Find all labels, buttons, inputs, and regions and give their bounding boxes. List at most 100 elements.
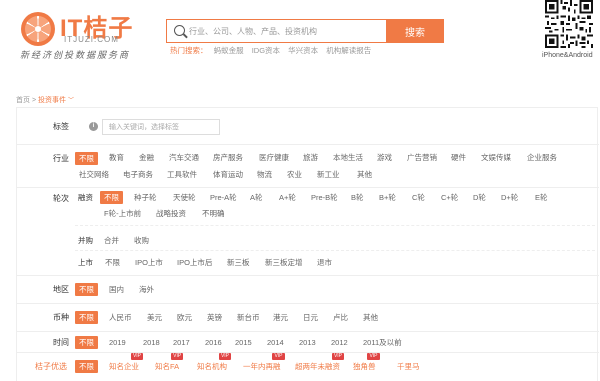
premium-option[interactable]: 知名机构 VIP [197, 353, 231, 373]
industry-option[interactable]: 游戏 [377, 152, 392, 164]
industry-option[interactable]: 广告营销 [407, 152, 437, 164]
round-option[interactable]: B+轮 [379, 192, 396, 204]
currency-option[interactable]: 港元 [273, 312, 288, 324]
search-button[interactable]: 搜索 [386, 19, 444, 43]
round-option[interactable]: D+轮 [501, 192, 518, 204]
round-option[interactable]: 天使轮 [173, 192, 196, 204]
industry-option[interactable]: 电子商务 [123, 169, 153, 181]
vip-badge: VIP [130, 353, 143, 360]
round-option[interactable]: C轮 [412, 192, 425, 204]
premium-option[interactable]: 千里马 [397, 361, 420, 373]
premium-option[interactable]: 知名FA VIP [155, 353, 184, 373]
breadcrumb-home[interactable]: 首页 [16, 97, 30, 104]
industry-option[interactable]: 企业服务 [527, 152, 557, 164]
currency-option[interactable]: 卢比 [333, 312, 348, 324]
filter-label-round: 轮次 [53, 194, 69, 203]
filter-row-region: 地区 不限 国内 海外 [17, 276, 599, 304]
currency-option[interactable]: 英镑 [207, 312, 222, 324]
filter-row-round: 轮次 融资 不限 种子轮 天使轮 Pre-A轮 A轮 A+轮 Pre-B轮 B轮… [17, 188, 599, 276]
time-option[interactable]: 不限 [75, 336, 98, 349]
hot-search-label: 热门搜索： [170, 46, 208, 55]
region-option[interactable]: 不限 [75, 283, 98, 296]
round-option[interactable]: C+轮 [441, 192, 458, 204]
industry-option[interactable]: 硬件 [451, 152, 466, 164]
currency-option[interactable]: 不限 [75, 311, 98, 324]
ipo-option[interactable]: IPO上市后 [177, 257, 212, 269]
industry-option[interactable]: 金融 [139, 152, 154, 164]
round-option[interactable]: E轮 [535, 192, 548, 204]
info-icon[interactable]: i [89, 122, 98, 131]
search-input[interactable] [189, 20, 384, 42]
round-option[interactable]: Pre-A轮 [210, 192, 237, 204]
ipo-option[interactable]: IPO上市 [135, 257, 163, 269]
round-option[interactable]: 不明确 [202, 208, 225, 220]
currency-option[interactable]: 欧元 [177, 312, 192, 324]
currency-option[interactable]: 日元 [303, 312, 318, 324]
time-option[interactable]: 2012 [331, 337, 348, 349]
industry-option[interactable]: 文娱传媒 [481, 152, 511, 164]
round-option[interactable]: Pre-B轮 [311, 192, 338, 204]
round-option[interactable]: A+轮 [279, 192, 296, 204]
qr-caption: iPhone&Android [542, 52, 593, 59]
premium-option[interactable]: 不限 [75, 360, 98, 373]
industry-option[interactable]: 新工业 [317, 169, 340, 181]
time-option[interactable]: 2018 [143, 337, 160, 349]
time-option[interactable]: 2019 [109, 337, 126, 349]
industry-option[interactable]: 工具软件 [167, 169, 197, 181]
time-option[interactable]: 2013 [299, 337, 316, 349]
premium-option[interactable]: 独角兽 VIP [353, 353, 380, 373]
region-option[interactable]: 国内 [109, 284, 124, 296]
tag-search-input[interactable] [102, 119, 220, 135]
round-option[interactable]: A轮 [250, 192, 263, 204]
time-option[interactable]: 2016 [205, 337, 222, 349]
currency-option[interactable]: 新台币 [237, 312, 260, 324]
industry-option[interactable]: 旅游 [303, 152, 318, 164]
search-box [166, 19, 386, 43]
hot-search-item[interactable]: IDG资本 [252, 46, 280, 55]
breadcrumb-current[interactable]: 投资事件 [38, 97, 66, 104]
time-option[interactable]: 2014 [267, 337, 284, 349]
currency-option[interactable]: 美元 [147, 312, 162, 324]
industry-option[interactable]: 教育 [109, 152, 124, 164]
industry-option[interactable]: 物流 [257, 169, 272, 181]
hot-search-item[interactable]: 蚂蚁金服 [214, 46, 244, 55]
merger-option[interactable]: 合并 [104, 235, 119, 247]
ipo-option[interactable]: 新三板 [227, 257, 250, 269]
industry-option[interactable]: 社交网络 [79, 169, 109, 181]
filter-row-industry: 行业 不限 教育 金融 汽车交通 房产服务 医疗健康 旅游 本地生活 游戏 广告… [17, 145, 599, 188]
orange-logo-icon[interactable] [21, 12, 55, 46]
time-option[interactable]: 2011及以前 [363, 337, 402, 349]
premium-option[interactable]: 一年内再融 VIP [243, 353, 285, 373]
industry-option[interactable]: 农业 [287, 169, 302, 181]
currency-option[interactable]: 其他 [363, 312, 378, 324]
industry-option[interactable]: 房产服务 [213, 152, 243, 164]
industry-option[interactable]: 医疗健康 [259, 152, 289, 164]
round-option[interactable]: 不限 [100, 191, 123, 204]
qr-code-icon [545, 0, 593, 48]
premium-option[interactable]: 超两年未融资 VIP [295, 353, 344, 373]
industry-option[interactable]: 本地生活 [333, 152, 363, 164]
region-option[interactable]: 海外 [139, 284, 154, 296]
round-option[interactable]: 战略投资 [156, 208, 186, 220]
industry-option[interactable]: 体育运动 [213, 169, 243, 181]
hot-search-item[interactable]: 华兴资本 [288, 46, 318, 55]
industry-option[interactable]: 不限 [75, 152, 98, 165]
currency-option[interactable]: 人民币 [109, 312, 132, 324]
hot-search-item[interactable]: 机构解读报告 [326, 46, 371, 55]
ipo-option[interactable]: 新三板定增 [265, 257, 303, 269]
round-option[interactable]: F轮-上市前 [104, 208, 141, 220]
time-option[interactable]: 2015 [235, 337, 252, 349]
premium-option[interactable]: 知名企业 VIP [109, 353, 143, 373]
chevron-down-icon[interactable]: ﹀ [68, 98, 74, 104]
ipo-option[interactable]: 不限 [105, 257, 120, 269]
vip-badge: VIP [171, 353, 184, 360]
round-option[interactable]: D轮 [473, 192, 486, 204]
vip-badge: VIP [218, 353, 231, 360]
industry-option[interactable]: 汽车交通 [169, 152, 199, 164]
time-option[interactable]: 2017 [173, 337, 190, 349]
round-option[interactable]: 种子轮 [134, 192, 157, 204]
round-option[interactable]: B轮 [351, 192, 364, 204]
industry-option[interactable]: 其他 [357, 169, 372, 181]
ipo-option[interactable]: 退市 [317, 257, 332, 269]
merger-option[interactable]: 收购 [134, 235, 149, 247]
